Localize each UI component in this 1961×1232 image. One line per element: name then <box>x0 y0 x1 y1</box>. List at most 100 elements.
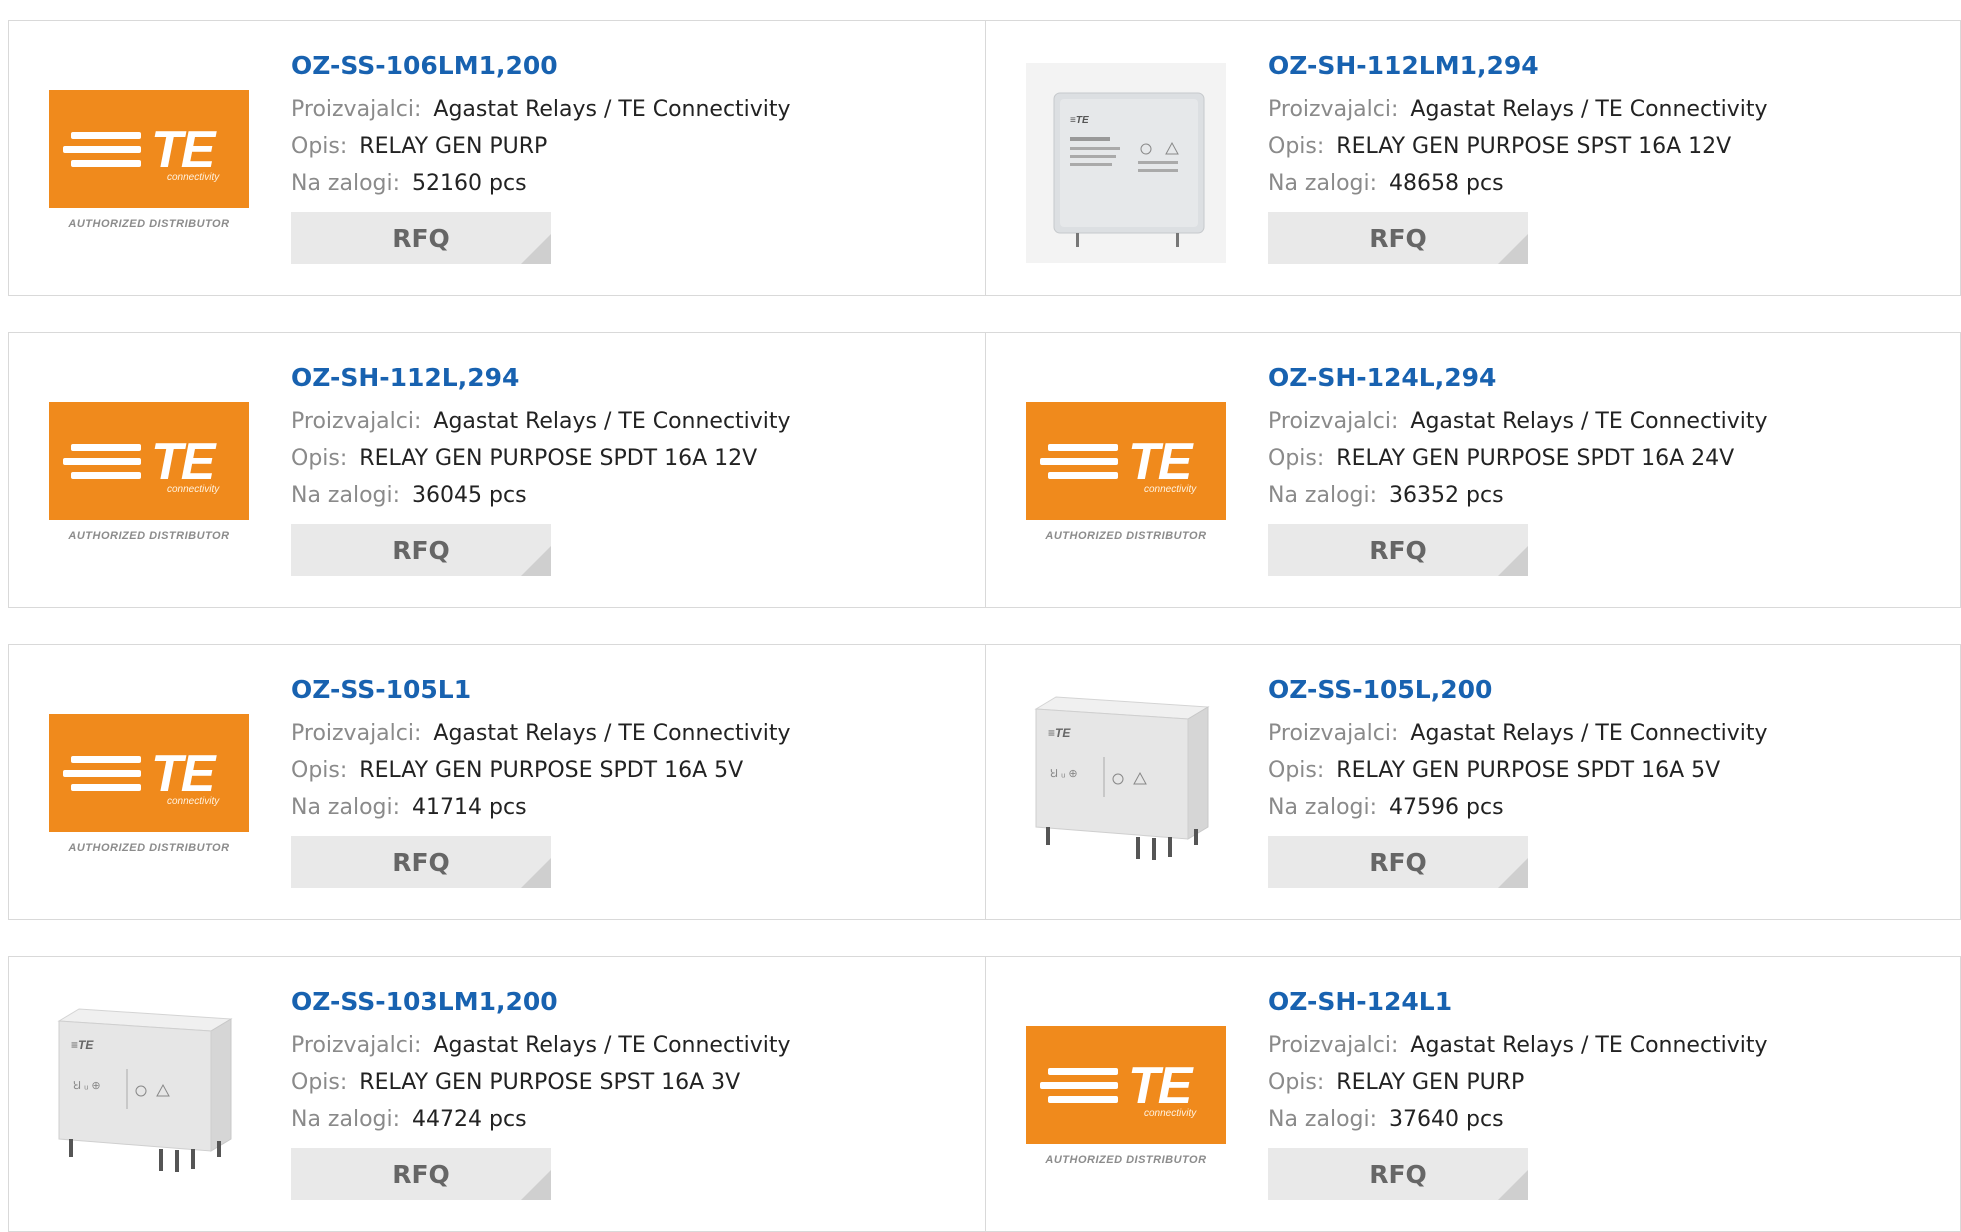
authorized-distributor-label: AUTHORIZED DISTRIBUTOR <box>1045 1154 1207 1166</box>
rfq-button[interactable]: RFQ <box>1268 1148 1528 1200</box>
stock-label: Na zalogi: <box>1268 483 1378 508</box>
description-value: RELAY GEN PURPOSE SPDT 16A 5V <box>359 758 744 783</box>
stock-value: 52160 pcs <box>412 171 527 196</box>
description-value: RELAY GEN PURPOSE SPDT 16A 5V <box>1336 758 1721 783</box>
manufacturer-value: Agastat Relays / TE Connectivity <box>1410 1033 1768 1058</box>
stock-value: 47596 pcs <box>1389 795 1504 820</box>
part-number-link[interactable]: OZ-SS-105L1 <box>291 673 791 707</box>
stock-value: 36045 pcs <box>412 483 527 508</box>
stock-label: Na zalogi: <box>291 795 401 820</box>
manufacturer-label: Proizvajalci: <box>1268 409 1399 434</box>
part-number-link[interactable]: OZ-SH-112L,294 <box>291 361 791 395</box>
stock-label: Na zalogi: <box>291 483 401 508</box>
corner-decoration <box>521 1170 551 1200</box>
rfq-button-label: RFQ <box>1369 1159 1427 1189</box>
description-label: Opis: <box>1268 758 1325 783</box>
manufacturer-label: Proizvajalci: <box>1268 97 1399 122</box>
description-label: Opis: <box>1268 446 1325 471</box>
te-logo: TE connectivity AUTHORIZED DISTRIBUTOR <box>49 402 249 548</box>
logo-sub: connectivity <box>1144 1108 1197 1119</box>
product-card: ≡TE OZ-SH-112LM1,294 Proizvajalci: Agasta… <box>986 20 1961 296</box>
description-label: Opis: <box>291 758 348 783</box>
manufacturer-value: Agastat Relays / TE Connectivity <box>433 1033 791 1058</box>
logo-brand: TE <box>1128 433 1192 491</box>
rfq-button[interactable]: RFQ <box>291 1148 551 1200</box>
relay-image: ≡TE <box>1026 63 1226 263</box>
product-card: TE connectivity AUTHORIZED DISTRIBUTOR OZ-… <box>986 332 1961 608</box>
manufacturer-label: Proizvajalci: <box>291 409 422 434</box>
rfq-button-label: RFQ <box>392 1159 450 1189</box>
corner-decoration <box>1498 1170 1528 1200</box>
product-image[interactable]: TE connectivity AUTHORIZED DISTRIBUTOR <box>49 375 249 575</box>
rfq-button-label: RFQ <box>392 535 450 565</box>
relay-image: ≡TE Ꞟ ᵤ ⊕ <box>1026 687 1226 887</box>
svg-text:≡TE: ≡TE <box>1070 115 1089 126</box>
part-number-link[interactable]: OZ-SH-124L,294 <box>1268 361 1768 395</box>
logo-brand: TE <box>151 745 215 803</box>
stock-label: Na zalogi: <box>291 1107 401 1132</box>
logo-brand: TE <box>1128 1057 1192 1115</box>
authorized-distributor-label: AUTHORIZED DISTRIBUTOR <box>1045 530 1207 542</box>
description-value: RELAY GEN PURPOSE SPST 16A 12V <box>1336 134 1732 159</box>
manufacturer-value: Agastat Relays / TE Connectivity <box>433 409 791 434</box>
stock-value: 36352 pcs <box>1389 483 1504 508</box>
rfq-button[interactable]: RFQ <box>1268 524 1528 576</box>
manufacturer-value: Agastat Relays / TE Connectivity <box>433 721 791 746</box>
description-value: RELAY GEN PURPOSE SPDT 16A 24V <box>1336 446 1735 471</box>
description-label: Opis: <box>291 446 348 471</box>
manufacturer-value: Agastat Relays / TE Connectivity <box>1410 721 1768 746</box>
te-logo: TE connectivity AUTHORIZED DISTRIBUTOR <box>1026 1026 1226 1172</box>
part-number-link[interactable]: OZ-SH-124L1 <box>1268 985 1768 1019</box>
logo-sub: connectivity <box>1144 484 1197 495</box>
logo-sub: connectivity <box>167 172 220 183</box>
product-image[interactable]: TE connectivity AUTHORIZED DISTRIBUTOR <box>1026 999 1226 1199</box>
rfq-button[interactable]: RFQ <box>291 212 551 264</box>
stock-label: Na zalogi: <box>291 171 401 196</box>
stock-value: 48658 pcs <box>1389 171 1504 196</box>
corner-decoration <box>1498 234 1528 264</box>
product-image[interactable]: TE connectivity AUTHORIZED DISTRIBUTOR <box>1026 375 1226 575</box>
rfq-button-label: RFQ <box>392 847 450 877</box>
manufacturer-label: Proizvajalci: <box>1268 721 1399 746</box>
product-image[interactable]: ≡TE Ꞟ ᵤ ⊕ <box>49 999 249 1199</box>
product-grid: TE connectivity AUTHORIZED DISTRIBUTOR OZ-… <box>8 20 1961 1232</box>
product-card: TE connectivity AUTHORIZED DISTRIBUTOR OZ-… <box>8 332 986 608</box>
rfq-button[interactable]: RFQ <box>291 836 551 888</box>
corner-decoration <box>521 858 551 888</box>
manufacturer-label: Proizvajalci: <box>291 1033 422 1058</box>
relay-image: ≡TE Ꞟ ᵤ ⊕ <box>49 999 249 1199</box>
manufacturer-value: Agastat Relays / TE Connectivity <box>1410 409 1768 434</box>
product-card: TE connectivity AUTHORIZED DISTRIBUTOR OZ-… <box>986 956 1961 1232</box>
product-image[interactable]: TE connectivity AUTHORIZED DISTRIBUTOR <box>49 63 249 263</box>
logo-sub: connectivity <box>167 484 220 495</box>
manufacturer-label: Proizvajalci: <box>291 97 422 122</box>
manufacturer-label: Proizvajalci: <box>291 721 422 746</box>
description-label: Opis: <box>1268 1070 1325 1095</box>
part-number-link[interactable]: OZ-SH-112LM1,294 <box>1268 49 1768 83</box>
te-logo: TE connectivity AUTHORIZED DISTRIBUTOR <box>1026 402 1226 548</box>
product-card: TE connectivity AUTHORIZED DISTRIBUTOR OZ-… <box>8 20 986 296</box>
corner-decoration <box>521 234 551 264</box>
corner-decoration <box>1498 546 1528 576</box>
part-number-link[interactable]: OZ-SS-103LM1,200 <box>291 985 791 1019</box>
stock-label: Na zalogi: <box>1268 795 1378 820</box>
description-label: Opis: <box>291 1070 348 1095</box>
rfq-button-label: RFQ <box>1369 847 1427 877</box>
product-image[interactable]: TE connectivity AUTHORIZED DISTRIBUTOR <box>49 687 249 887</box>
product-card: ≡TE Ꞟ ᵤ ⊕ OZ-SS-103LM1,200 Proizvajalci: A… <box>8 956 986 1232</box>
rfq-button[interactable]: RFQ <box>1268 212 1528 264</box>
description-label: Opis: <box>1268 134 1325 159</box>
rfq-button[interactable]: RFQ <box>291 524 551 576</box>
rfq-button-label: RFQ <box>392 223 450 253</box>
product-image[interactable]: ≡TE <box>1026 63 1226 263</box>
stock-label: Na zalogi: <box>1268 171 1378 196</box>
rfq-button[interactable]: RFQ <box>1268 836 1528 888</box>
part-number-link[interactable]: OZ-SS-106LM1,200 <box>291 49 791 83</box>
product-card: ≡TE Ꞟ ᵤ ⊕ OZ-SS-105L,200 Proizvajalci: Aga… <box>986 644 1961 920</box>
description-label: Opis: <box>291 134 348 159</box>
product-image[interactable]: ≡TE Ꞟ ᵤ ⊕ <box>1026 687 1226 887</box>
corner-decoration <box>521 546 551 576</box>
part-number-link[interactable]: OZ-SS-105L,200 <box>1268 673 1768 707</box>
rfq-button-label: RFQ <box>1369 535 1427 565</box>
description-value: RELAY GEN PURPOSE SPST 16A 3V <box>359 1070 741 1095</box>
